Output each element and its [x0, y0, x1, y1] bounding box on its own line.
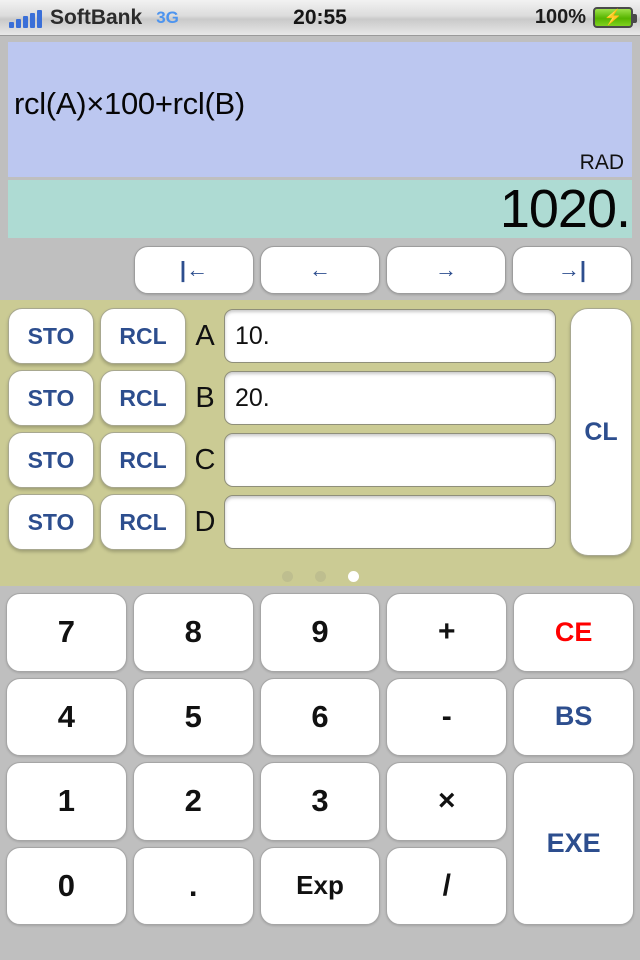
clear-memory-button[interactable]: CL — [570, 308, 632, 556]
rcl-button-b[interactable]: RCL — [100, 370, 186, 426]
key-1[interactable]: 1 — [6, 762, 127, 841]
memory-row-b: STO RCL B 20. — [8, 370, 632, 426]
sto-button-b[interactable]: STO — [8, 370, 94, 426]
key-5[interactable]: 5 — [132, 677, 254, 756]
page-indicator[interactable] — [0, 571, 640, 582]
keypad: 7 8 9 + CE 4 5 6 - BS 1 2 3 × EXE 0 . Ex… — [0, 586, 640, 939]
page-dot-1[interactable] — [281, 571, 293, 582]
key-3[interactable]: 3 — [259, 762, 381, 841]
key-6[interactable]: 6 — [259, 677, 381, 756]
key-7[interactable]: 7 — [6, 593, 127, 672]
memory-field-c[interactable] — [224, 433, 556, 487]
key-multiply[interactable]: × — [386, 762, 508, 841]
key-divide[interactable]: / — [386, 846, 508, 925]
key-8[interactable]: 8 — [132, 593, 254, 672]
key-9[interactable]: 9 — [259, 593, 381, 672]
cursor-home-button[interactable]: |← — [134, 246, 254, 294]
memory-field-b[interactable]: 20. — [224, 371, 556, 425]
key-ce[interactable]: CE — [513, 593, 634, 672]
rcl-button-a[interactable]: RCL — [100, 308, 186, 364]
key-exp[interactable]: Exp — [259, 846, 381, 925]
sto-button-a[interactable]: STO — [8, 308, 94, 364]
calculator-display: rcl(A)×100+rcl(B) RAD 1020. — [0, 36, 640, 238]
memory-row-a: STO RCL A 10. — [8, 308, 632, 364]
key-bs[interactable]: BS — [513, 677, 634, 756]
key-decimal[interactable]: . — [132, 846, 254, 925]
result-area: 1020. — [8, 180, 632, 238]
memory-row-c: STO RCL C — [8, 432, 632, 488]
key-2[interactable]: 2 — [132, 762, 254, 841]
key-exe[interactable]: EXE — [513, 762, 634, 925]
lightning-bolt-icon: ⚡ — [603, 9, 623, 26]
memory-field-d[interactable] — [224, 495, 556, 549]
memory-label-d: D — [194, 505, 216, 538]
angle-mode-indicator: RAD — [579, 151, 624, 174]
cursor-navigation-bar: |← ← → →| — [0, 238, 640, 300]
memory-label-a: A — [195, 319, 215, 352]
page-dot-2[interactable] — [314, 571, 326, 582]
key-plus[interactable]: + — [386, 593, 508, 672]
cursor-right-button[interactable]: → — [386, 246, 506, 294]
key-4[interactable]: 4 — [6, 677, 127, 756]
expression-area[interactable]: rcl(A)×100+rcl(B) RAD — [8, 42, 632, 177]
memory-label-c: C — [194, 443, 216, 476]
key-minus[interactable]: - — [386, 677, 508, 756]
sto-button-c[interactable]: STO — [8, 432, 94, 488]
battery-percent-label: 100% — [534, 6, 586, 28]
rcl-button-d[interactable]: RCL — [100, 494, 186, 550]
memory-clear-container: CL — [570, 308, 632, 556]
key-0[interactable]: 0 — [6, 846, 127, 925]
expression-text: rcl(A)×100+rcl(B) — [14, 86, 245, 121]
memory-row-d: STO RCL D — [8, 494, 632, 550]
memory-field-a[interactable]: 10. — [224, 309, 556, 363]
memory-label-b: B — [195, 381, 215, 414]
page-dot-3[interactable] — [347, 571, 359, 582]
status-bar: SoftBank 3G 20:55 100% ⚡ — [0, 0, 640, 36]
memory-panel: STO RCL A 10. STO RCL B 20. STO RCL C ST… — [0, 300, 640, 586]
result-value: 1020. — [499, 180, 631, 238]
cursor-end-button[interactable]: →| — [512, 246, 632, 294]
status-bar-right: 100% ⚡ — [534, 6, 637, 29]
cursor-left-button[interactable]: ← — [260, 246, 380, 294]
rcl-button-c[interactable]: RCL — [100, 432, 186, 488]
sto-button-d[interactable]: STO — [8, 494, 94, 550]
battery-charging-icon: ⚡ — [593, 7, 637, 28]
